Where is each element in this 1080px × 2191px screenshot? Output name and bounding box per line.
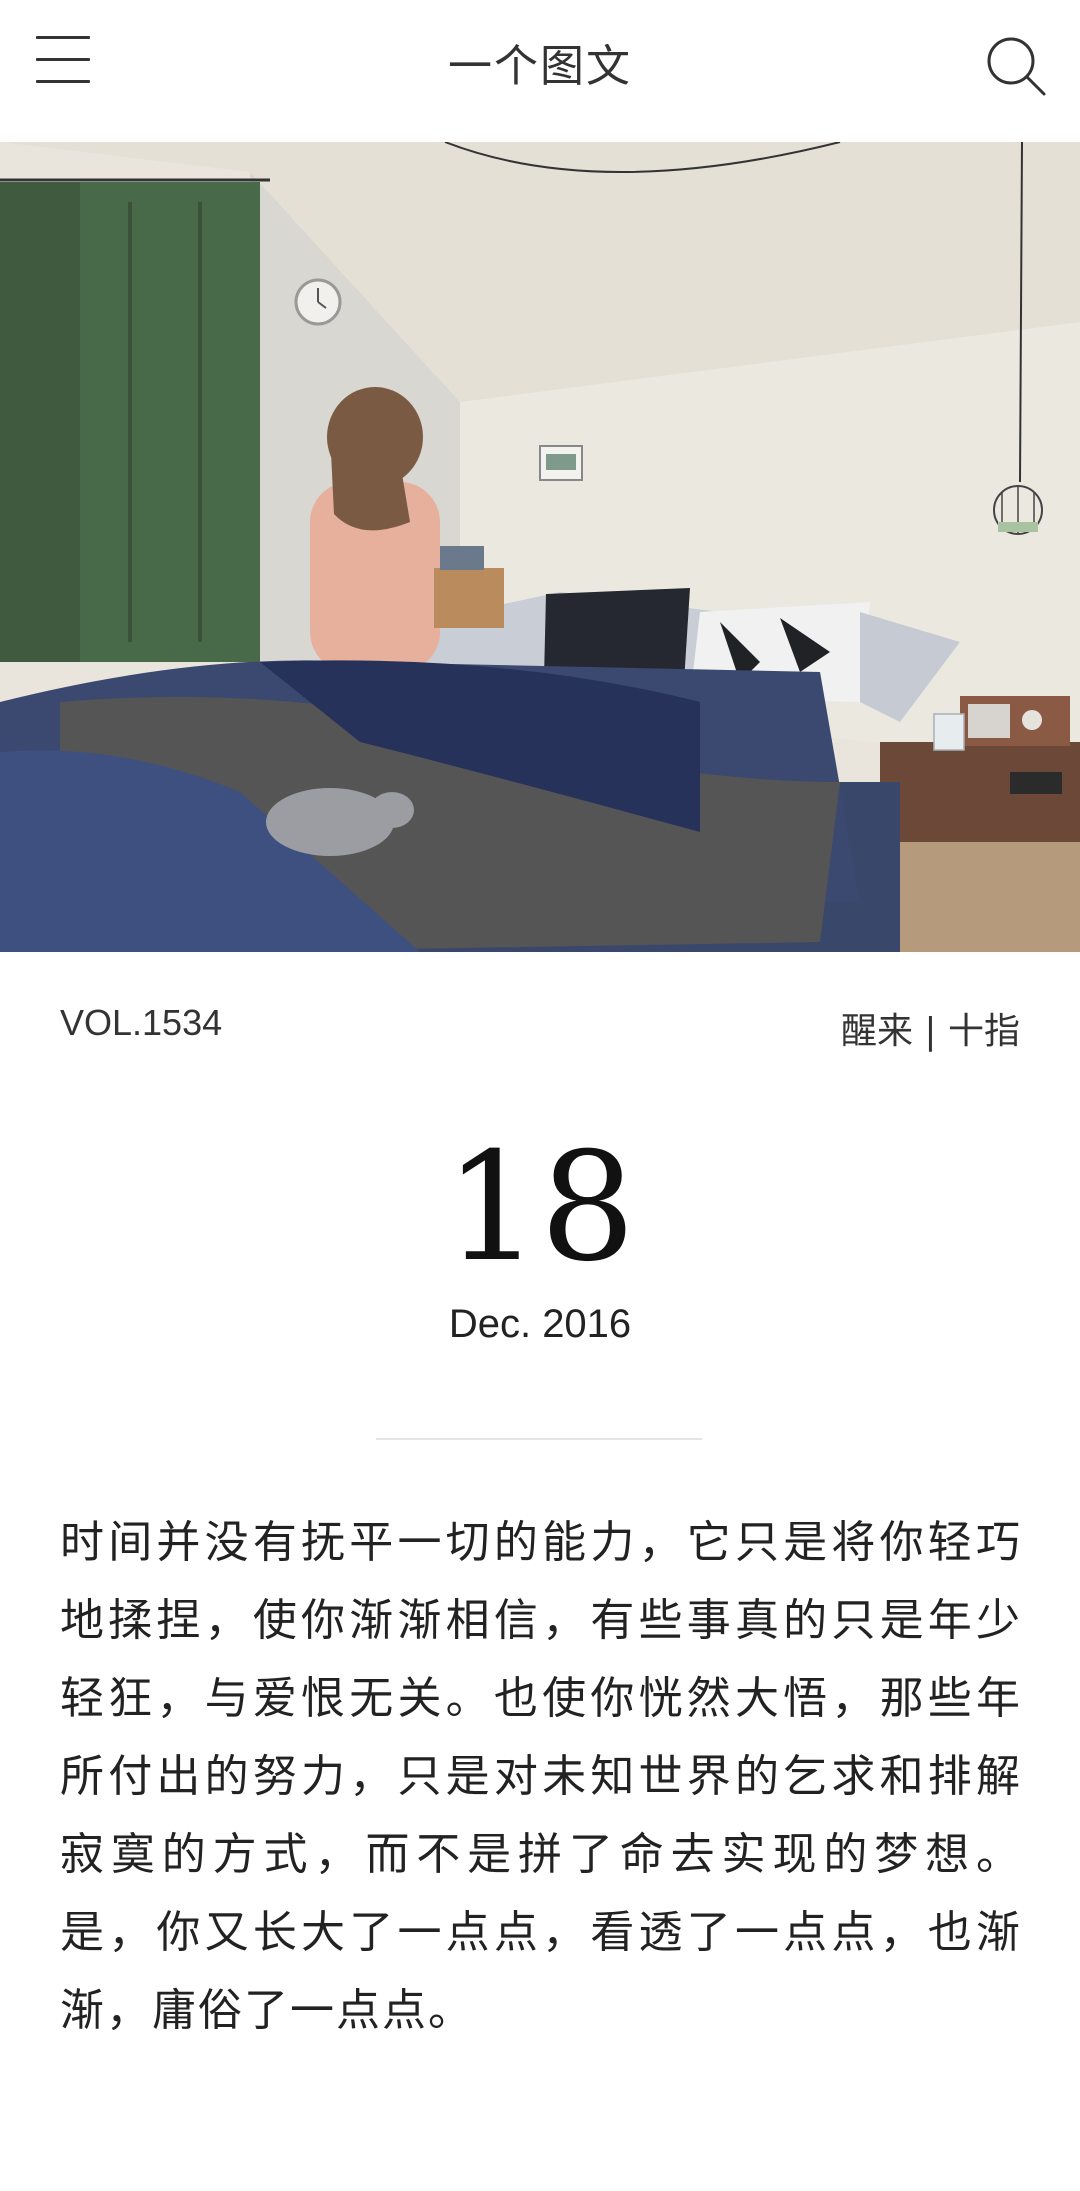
cover-illustration: [0, 142, 1080, 952]
article-meta: VOL.1534 醒来 | 十指: [60, 1002, 1020, 1052]
search-icon[interactable]: [984, 34, 1048, 98]
quote-text: 时间并没有抚平一切的能力，它只是将你轻巧地揉捏，使你渐渐相信，有些事真的只是年少…: [60, 1517, 1022, 2036]
divider: [376, 1438, 702, 1440]
date-month-year: Dec. 2016: [448, 1302, 632, 1346]
page-title: 一个图文: [448, 41, 632, 92]
volume-label: VOL.1534: [60, 1002, 223, 1043]
date-day: 18: [444, 1121, 636, 1295]
top-bar: 一个图文: [0, 0, 1080, 140]
author-credit[interactable]: 醒来 | 十指: [841, 1002, 1020, 1054]
bedroom-illustration: [0, 142, 1080, 952]
